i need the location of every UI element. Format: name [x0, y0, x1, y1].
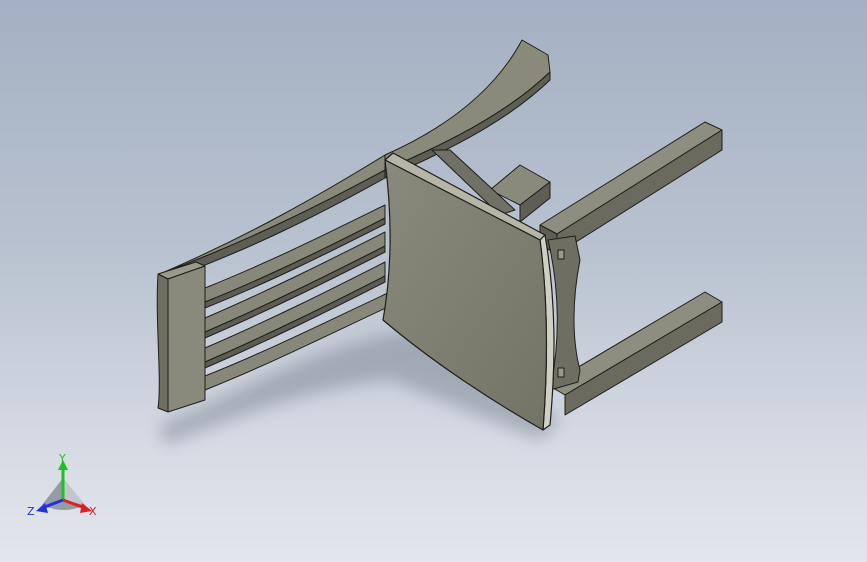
back-end-cap[interactable]	[156, 261, 206, 413]
y-axis-label: Y	[58, 452, 66, 465]
coordinate-triad[interactable]: Y X Z	[27, 452, 97, 518]
z-axis-label: Z	[27, 505, 35, 518]
leg-upper[interactable]	[539, 121, 723, 255]
chair-model[interactable]: Y X Z	[0, 0, 867, 562]
graphics-viewport[interactable]: Y X Z	[0, 0, 867, 562]
x-axis-label: X	[89, 505, 97, 518]
